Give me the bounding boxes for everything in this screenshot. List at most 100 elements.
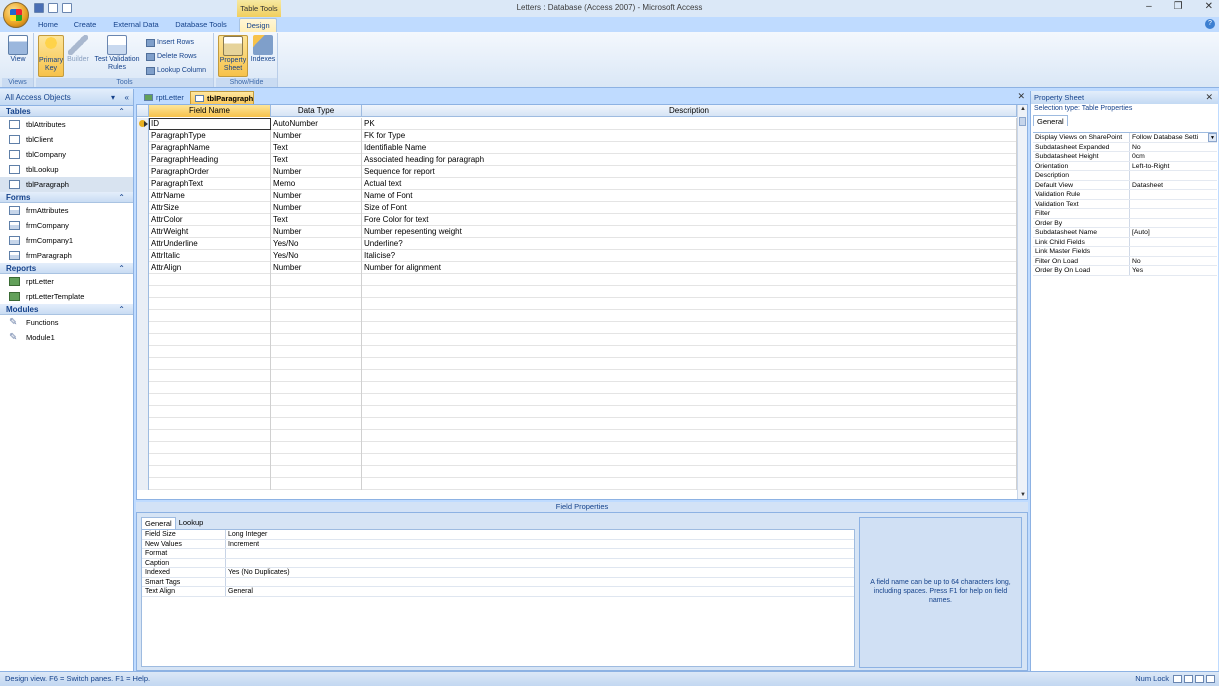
table-row[interactable] <box>137 406 1017 418</box>
tab-create[interactable]: Create <box>68 18 102 32</box>
data-type-cell[interactable] <box>271 430 362 442</box>
property-row[interactable]: Subdatasheet Expanded No <box>1033 142 1217 152</box>
field-name-cell[interactable] <box>149 454 271 466</box>
data-type-cell[interactable]: Yes/No <box>271 250 362 262</box>
field-name-cell[interactable]: AttrName <box>149 190 271 202</box>
row-selector[interactable] <box>137 394 149 406</box>
row-selector[interactable] <box>137 262 149 274</box>
primary-key-button[interactable]: Primary Key <box>38 35 64 77</box>
table-row[interactable] <box>137 418 1017 430</box>
insert-rows-button[interactable]: Insert Rows <box>146 37 194 48</box>
property-row[interactable]: Subdatasheet Height 0cm <box>1033 152 1217 162</box>
chevron-down-icon[interactable]: ▾ <box>111 89 115 106</box>
field-name-cell[interactable] <box>149 358 271 370</box>
description-cell[interactable] <box>362 442 1017 454</box>
property-value[interactable]: Follow Database Setti ▼ <box>1130 133 1217 142</box>
description-cell[interactable] <box>362 358 1017 370</box>
description-cell[interactable] <box>362 370 1017 382</box>
table-row[interactable]: AttrAlign Number Number for alignment <box>137 262 1017 274</box>
doc-tab-rptletter[interactable]: rptLetter <box>140 91 188 104</box>
field-name-cell[interactable]: AttrWeight <box>149 226 271 238</box>
row-selector[interactable] <box>137 286 149 298</box>
table-row[interactable] <box>137 298 1017 310</box>
field-name-cell[interactable] <box>149 406 271 418</box>
close-button[interactable]: ✕ <box>1205 1 1213 12</box>
table-row[interactable]: ParagraphName Text Identifiable Name <box>137 142 1017 154</box>
tab-home[interactable]: Home <box>34 18 62 32</box>
row-selector[interactable] <box>137 250 149 262</box>
description-cell[interactable] <box>362 418 1017 430</box>
field-name-cell[interactable] <box>149 274 271 286</box>
data-type-cell[interactable]: Number <box>271 190 362 202</box>
table-row[interactable] <box>137 382 1017 394</box>
property-row[interactable]: Link Master Fields <box>1033 247 1217 257</box>
table-row[interactable]: AttrColor Text Fore Color for text <box>137 214 1017 226</box>
table-row[interactable]: ParagraphHeading Text Associated heading f… <box>137 154 1017 166</box>
table-row[interactable] <box>137 442 1017 454</box>
property-value[interactable]: General <box>226 587 854 596</box>
lookup-column-button[interactable]: Lookup Column <box>146 65 206 76</box>
row-selector[interactable] <box>137 406 149 418</box>
table-row[interactable]: ParagraphOrder Number Sequence for report <box>137 166 1017 178</box>
row-selector[interactable] <box>137 274 149 286</box>
table-row[interactable] <box>137 478 1017 490</box>
table-row[interactable]: AttrName Number Name of Font <box>137 190 1017 202</box>
field-property-row[interactable]: New Values Increment <box>142 539 854 549</box>
description-cell[interactable]: Italicise? <box>362 250 1017 262</box>
office-button[interactable] <box>3 2 29 28</box>
nav-item-frmcompany[interactable]: frmCompany <box>0 218 133 233</box>
description-cell[interactable]: Name of Font <box>362 190 1017 202</box>
close-property-sheet-icon[interactable]: ✕ <box>1205 91 1213 104</box>
table-row[interactable] <box>137 430 1017 442</box>
data-type-cell[interactable] <box>271 286 362 298</box>
property-row[interactable]: Default View Datasheet <box>1033 180 1217 190</box>
data-type-cell[interactable] <box>271 418 362 430</box>
data-type-cell[interactable] <box>271 466 362 478</box>
restore-button[interactable]: ❐ <box>1174 1 1183 12</box>
field-property-row[interactable]: Indexed Yes (No Duplicates) <box>142 568 854 578</box>
vertical-scrollbar[interactable]: ▲ ▼ <box>1017 105 1027 499</box>
property-value[interactable] <box>1130 190 1217 199</box>
description-cell[interactable]: Identifiable Name <box>362 142 1017 154</box>
description-cell[interactable]: Sequence for report <box>362 166 1017 178</box>
property-value[interactable] <box>1130 171 1217 180</box>
field-name-cell[interactable]: ParagraphName <box>149 142 271 154</box>
view-button[interactable]: View <box>5 35 31 64</box>
table-row[interactable]: AttrItalic Yes/No Italicise? <box>137 250 1017 262</box>
pivot-chart-view-icon[interactable] <box>1195 675 1204 683</box>
property-value[interactable] <box>226 559 854 568</box>
description-cell[interactable] <box>362 394 1017 406</box>
data-type-cell[interactable] <box>271 382 362 394</box>
table-row[interactable] <box>137 334 1017 346</box>
property-row[interactable]: Filter <box>1033 209 1217 219</box>
description-cell[interactable]: Actual text <box>362 178 1017 190</box>
field-name-cell[interactable] <box>149 322 271 334</box>
data-type-cell[interactable] <box>271 394 362 406</box>
data-type-cell[interactable]: Number <box>271 202 362 214</box>
row-selector[interactable] <box>137 118 149 130</box>
nav-item-module1[interactable]: Module1 <box>0 330 133 345</box>
property-row[interactable]: Link Child Fields <box>1033 237 1217 247</box>
property-value[interactable]: Long Integer <box>226 530 854 539</box>
tab-external-data[interactable]: External Data <box>108 18 164 32</box>
row-selector[interactable] <box>137 238 149 250</box>
property-value[interactable] <box>226 578 854 587</box>
collapse-icon[interactable]: ⌃ <box>118 192 125 203</box>
table-row[interactable] <box>137 286 1017 298</box>
minimize-button[interactable]: – <box>1146 1 1152 12</box>
description-cell[interactable]: Fore Color for text <box>362 214 1017 226</box>
property-value[interactable]: Left-to-Right <box>1130 162 1217 171</box>
nav-item-tblclient[interactable]: tblClient <box>0 132 133 147</box>
property-row[interactable]: Display Views on SharePoint Follow Databa… <box>1033 133 1217 143</box>
field-name-cell[interactable] <box>149 430 271 442</box>
nav-item-frmattributes[interactable]: frmAttributes <box>0 203 133 218</box>
data-type-cell[interactable] <box>271 298 362 310</box>
collapse-icon[interactable]: ⌃ <box>118 304 125 315</box>
description-cell[interactable] <box>362 286 1017 298</box>
pivot-table-view-icon[interactable] <box>1184 675 1193 683</box>
data-type-cell[interactable]: Memo <box>271 178 362 190</box>
row-selector[interactable] <box>137 442 149 454</box>
property-value[interactable] <box>1130 200 1217 209</box>
field-name-cell[interactable]: AttrItalic <box>149 250 271 262</box>
data-type-cell[interactable] <box>271 358 362 370</box>
